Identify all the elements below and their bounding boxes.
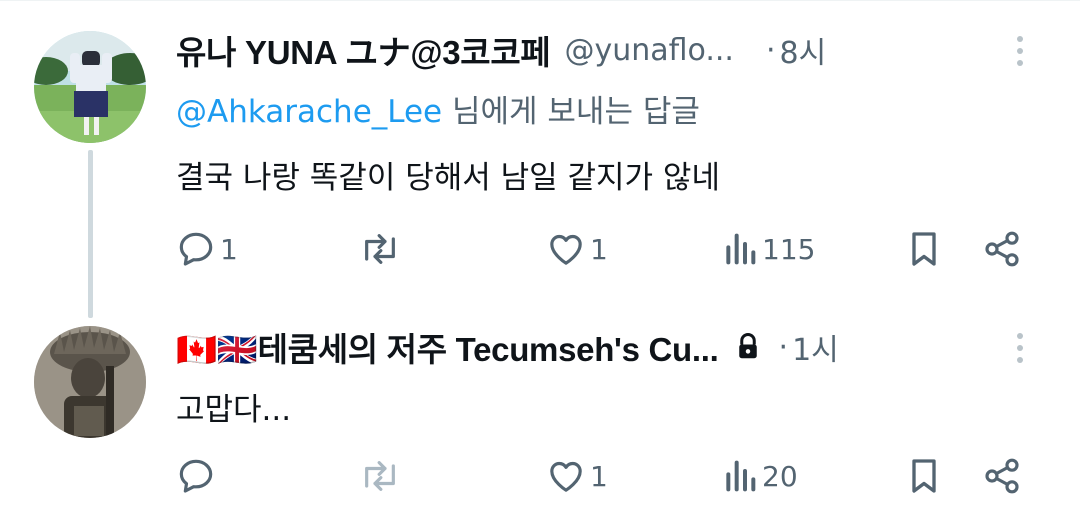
tweet-1[interactable]: 유나 YUNA ユナ@3코코페 @yunaflo... · 8시 @Ahkara… bbox=[0, 0, 1080, 318]
like-button[interactable]: 1 bbox=[546, 225, 608, 273]
more-icon[interactable] bbox=[1008, 329, 1032, 365]
bookmark-button[interactable] bbox=[906, 452, 942, 500]
bookmark-icon bbox=[906, 456, 942, 496]
share-icon bbox=[982, 229, 1022, 269]
bookmark-button[interactable] bbox=[906, 225, 942, 273]
retweet-icon bbox=[358, 456, 402, 496]
more-icon[interactable] bbox=[1008, 32, 1032, 68]
tweet-header: 🇨🇦🇬🇧테쿰세의 저주 Tecumseh's Cu... · 1시 bbox=[176, 323, 1032, 371]
tweet-2[interactable]: 🇨🇦🇬🇧테쿰세의 저주 Tecumseh's Cu... · 1시 고맙다...… bbox=[0, 300, 1080, 521]
reply-to-suffix: 님에게 보내는 답글 bbox=[442, 94, 700, 130]
separator-dot: · bbox=[765, 32, 776, 68]
views-icon bbox=[722, 456, 758, 496]
share-button[interactable] bbox=[982, 452, 1022, 500]
retweet-button[interactable] bbox=[358, 452, 406, 500]
reply-button[interactable] bbox=[176, 452, 220, 500]
like-icon bbox=[546, 456, 586, 496]
reply-count: 1 bbox=[220, 232, 238, 266]
tweet-text: 고맙다... bbox=[176, 392, 292, 428]
timestamp[interactable]: 8시 bbox=[780, 28, 827, 72]
reply-icon bbox=[176, 229, 216, 269]
mention-link[interactable]: @Ahkarache_Lee bbox=[176, 94, 442, 130]
reply-icon bbox=[176, 456, 216, 496]
author-handle[interactable]: @yunaflo... bbox=[564, 33, 734, 68]
thread-connector bbox=[88, 150, 93, 318]
timestamp[interactable]: 1시 bbox=[792, 325, 839, 369]
avatar-yuna[interactable] bbox=[34, 31, 146, 143]
share-icon bbox=[982, 456, 1022, 496]
tweet-header: 유나 YUNA ユナ@3코코페 @yunaflo... · 8시 bbox=[176, 26, 1032, 74]
views-icon bbox=[722, 229, 758, 269]
separator-dot: · bbox=[778, 329, 789, 365]
retweet-icon bbox=[358, 229, 402, 269]
replying-to: @Ahkarache_Lee 님에게 보내는 답글 bbox=[176, 86, 700, 131]
action-bar: 1 20 bbox=[176, 452, 1032, 500]
reply-button[interactable]: 1 bbox=[176, 225, 238, 273]
bookmark-icon bbox=[906, 229, 942, 269]
like-count: 1 bbox=[590, 459, 608, 493]
tweet-text: 결국 나랑 똑같이 당해서 남일 같지가 않네 bbox=[176, 160, 720, 196]
share-button[interactable] bbox=[982, 225, 1022, 273]
lock-icon bbox=[735, 332, 761, 362]
views-count: 115 bbox=[762, 232, 816, 266]
action-bar: 1 1 115 bbox=[176, 225, 1032, 273]
views-button[interactable]: 20 bbox=[722, 452, 798, 500]
author-name[interactable]: 유나 YUNA ユナ@3코코페 bbox=[176, 26, 551, 74]
retweet-button[interactable] bbox=[358, 225, 406, 273]
like-icon bbox=[546, 229, 586, 269]
views-count: 20 bbox=[762, 459, 798, 493]
like-count: 1 bbox=[590, 232, 608, 266]
like-button[interactable]: 1 bbox=[546, 452, 608, 500]
views-button[interactable]: 115 bbox=[722, 225, 815, 273]
avatar-tecumseh[interactable] bbox=[34, 326, 146, 438]
author-name[interactable]: 🇨🇦🇬🇧테쿰세의 저주 Tecumseh's Cu... bbox=[176, 323, 719, 371]
